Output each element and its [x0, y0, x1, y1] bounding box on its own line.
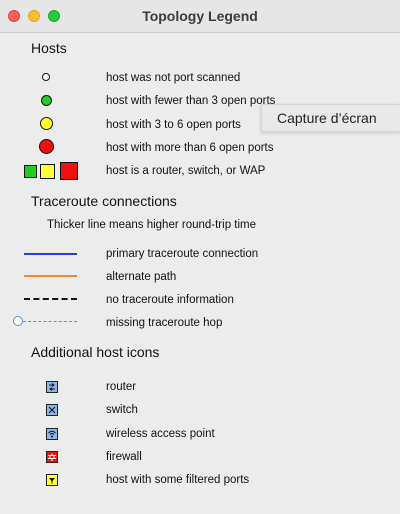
hosts-item-more-6: host with more than 6 open ports — [106, 142, 274, 154]
additional-heading: Additional host icons — [31, 344, 160, 360]
additional-item-filtered: host with some filtered ports — [106, 474, 250, 486]
red-host-icon — [39, 139, 54, 154]
wireless-icon — [46, 428, 58, 440]
hosts-item-3-to-6: host with 3 to 6 open ports — [106, 119, 241, 131]
additional-item-wireless: wireless access point — [106, 428, 215, 440]
title-bar: Topology Legend — [0, 0, 400, 33]
additional-item-router: router — [106, 381, 137, 393]
additional-item-switch: switch — [106, 404, 138, 416]
alternate-path-line — [24, 275, 77, 277]
traceroute-item-primary: primary traceroute connection — [106, 248, 259, 260]
screenshot-tooltip: Capture d’écran — [261, 104, 400, 132]
no-info-line — [24, 298, 77, 300]
missing-hop-circle-icon — [13, 316, 23, 326]
hosts-item-not-scanned: host was not port scanned — [106, 72, 241, 84]
filtered-icon — [46, 474, 58, 486]
green-host-icon — [41, 95, 52, 106]
primary-connection-line — [24, 253, 77, 255]
traceroute-heading: Traceroute connections — [31, 193, 177, 209]
green-router-square-icon — [24, 165, 37, 178]
red-router-square-icon — [60, 162, 78, 180]
switch-icon — [46, 404, 58, 416]
traceroute-note: Thicker line means higher round-trip tim… — [47, 219, 257, 231]
traceroute-item-missing: missing traceroute hop — [106, 317, 223, 329]
missing-hop-line — [23, 321, 77, 322]
hosts-item-fewer-3: host with fewer than 3 open ports — [106, 95, 276, 107]
unscanned-host-icon — [42, 73, 50, 81]
hosts-heading: Hosts — [31, 40, 67, 56]
additional-item-firewall: firewall — [106, 451, 142, 463]
yellow-host-icon — [40, 117, 53, 130]
yellow-router-square-icon — [40, 164, 55, 179]
firewall-icon — [46, 451, 58, 463]
router-icon — [46, 381, 58, 393]
window-title: Topology Legend — [142, 8, 258, 24]
traceroute-item-none: no traceroute information — [106, 294, 234, 306]
traceroute-item-alternate: alternate path — [106, 271, 177, 283]
hosts-item-router: host is a router, switch, or WAP — [106, 165, 266, 177]
